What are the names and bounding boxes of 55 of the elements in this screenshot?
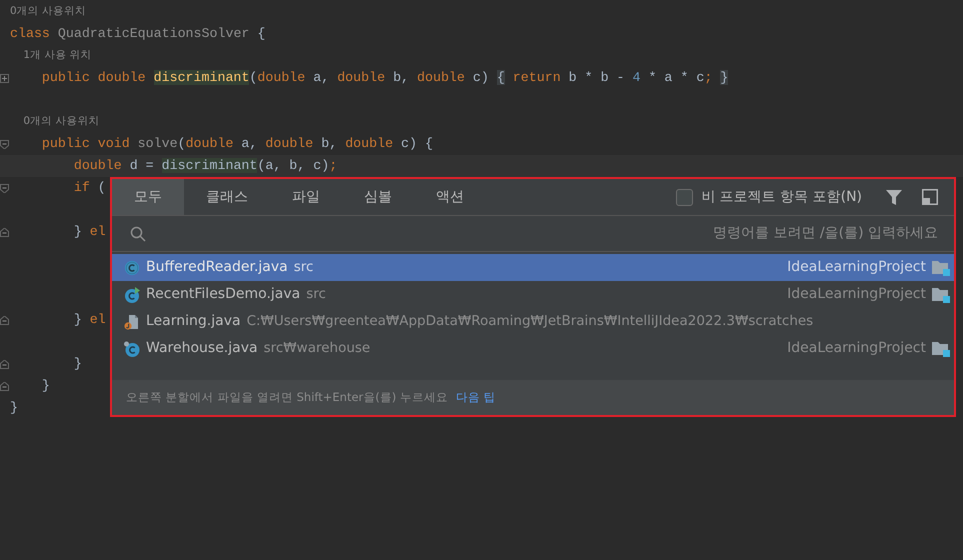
code-line: if (	[72, 179, 106, 198]
tab[interactable]: 모두	[112, 179, 184, 215]
class-icon	[124, 340, 140, 356]
code-line: } el	[72, 223, 106, 242]
result-row[interactable]: Warehouse.java src₩warehouse IdeaLearningProject	[112, 335, 954, 362]
project-folder-icon	[932, 286, 950, 303]
code-line: class QuadraticEquationsSolver {	[10, 25, 266, 44]
code-line: double d = discriminant(a, b, c);	[72, 157, 338, 176]
preview-pane-icon[interactable]	[922, 189, 938, 205]
result-row[interactable]: BufferedReader.java src IdeaLearningProject	[112, 254, 954, 281]
fold-end-icon[interactable]	[0, 360, 9, 368]
file-name: RecentFilesDemo.java	[146, 285, 300, 304]
project-name: IdeaLearningProject	[787, 339, 926, 358]
fold-collapse-icon[interactable]	[0, 184, 9, 192]
file-name: BufferedReader.java	[146, 258, 288, 277]
code-line: public void solve(double a, double b, double c) {	[40, 135, 433, 154]
tip-text: 오른쪽 분할에서 파일을 열려면 Shift+Enter을(를) 누르세요	[126, 388, 448, 406]
project-name: IdeaLearningProject	[787, 285, 926, 304]
fold-end-icon[interactable]	[0, 382, 9, 390]
tab[interactable]: 파일	[270, 179, 342, 215]
tab[interactable]: 심볼	[342, 179, 414, 215]
project-folder-icon	[932, 259, 950, 276]
usage-hint[interactable]: 0개의 사용위치	[10, 4, 86, 20]
code-line: }	[40, 377, 50, 396]
file-path: src₩warehouse	[264, 339, 370, 358]
java-file-icon	[124, 314, 140, 330]
file-path: src	[306, 285, 326, 304]
usage-hint[interactable]: 0개의 사용위치	[10, 114, 100, 130]
result-row[interactable]: Learning.java C:₩Users₩greentea₩AppData₩Roaming₩JetBrains₩IntelliJIdea2022.3₩scratches	[112, 308, 954, 335]
tab[interactable]: 클래스	[184, 179, 270, 215]
code-line: } el	[72, 311, 106, 330]
code-line: public double discriminant(double a, double b, double c) { return b * b - 4 * a * c; }	[40, 69, 728, 88]
file-path: C:₩Users₩greentea₩AppData₩Roaming₩JetBrains₩IntelliJIdea2022.3₩scratches	[246, 312, 814, 332]
code-line: }	[10, 399, 18, 418]
checkbox-label[interactable]: 비 프로젝트 항목 포함(N)	[701, 186, 862, 208]
fold-collapse-icon[interactable]	[0, 140, 9, 148]
file-name: Learning.java	[146, 312, 241, 331]
fold-end-icon[interactable]	[0, 316, 9, 324]
file-path: src	[294, 258, 314, 278]
code-line: }	[72, 355, 82, 374]
tab[interactable]: 액션	[414, 179, 486, 215]
project-folder-icon	[932, 340, 950, 357]
next-tip-link[interactable]: 다음 팁	[456, 388, 496, 406]
runnable-class-icon	[124, 286, 140, 302]
fold-end-icon[interactable]	[0, 228, 9, 236]
checkbox[interactable]	[676, 188, 694, 206]
search-icon	[130, 226, 146, 242]
usage-hint[interactable]: 1개 사용 위치	[10, 48, 92, 64]
file-name: Warehouse.java	[146, 339, 258, 358]
search-field[interactable]: 명령어를 보려면 /을(를) 입력하세요	[156, 222, 940, 245]
project-name: IdeaLearningProject	[787, 258, 926, 277]
filter-icon[interactable]	[886, 190, 902, 204]
fold-expand-icon[interactable]	[0, 74, 9, 82]
class-icon	[124, 260, 140, 276]
result-row[interactable]: RecentFilesDemo.java src IdeaLearningProject	[112, 281, 954, 308]
